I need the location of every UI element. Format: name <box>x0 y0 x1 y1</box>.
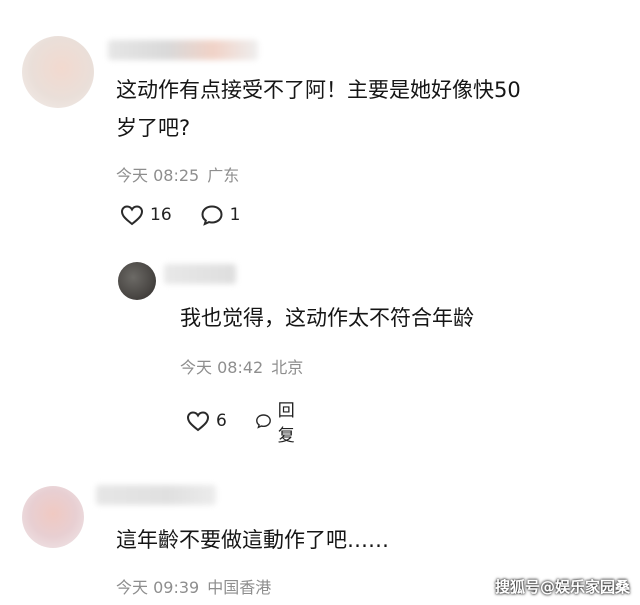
comment-meta: 今天 09:39 中国香港 <box>116 574 271 598</box>
speech-bubble-icon <box>255 414 271 429</box>
comment-text: 这动作有点接受不了阿！主要是她好像快50 <box>116 78 521 102</box>
comment-time: 今天 08:25 <box>116 166 200 185</box>
comment-location: 中国香港 <box>207 578 272 597</box>
username-blurred[interactable] <box>164 264 236 284</box>
comment-text-cont: 岁了吧? <box>116 116 191 140</box>
heart-outline-icon <box>186 411 210 432</box>
avatar[interactable] <box>22 36 94 108</box>
reply-count: 1 <box>229 205 241 225</box>
avatar[interactable] <box>118 262 156 300</box>
comment-text: 這年齡不要做這動作了吧…… <box>116 528 389 552</box>
comment-location: 广东 <box>207 166 240 185</box>
username-blurred[interactable] <box>96 485 216 505</box>
speech-bubble-icon <box>201 205 223 226</box>
comment-meta: 今天 08:42 北京 <box>180 354 303 378</box>
reply-button[interactable]: 1 <box>200 204 241 226</box>
comment-location: 北京 <box>271 358 304 377</box>
like-button[interactable]: 16 <box>120 204 172 226</box>
like-button[interactable]: 6 <box>186 410 227 432</box>
like-count: 6 <box>216 411 227 431</box>
reply-label: 回复 <box>277 401 295 446</box>
username-blurred[interactable] <box>108 40 258 60</box>
watermark: 搜狐号@娱乐家园桑 <box>494 578 630 596</box>
comment-time: 今天 08:42 <box>180 358 264 377</box>
comment-actions: 16 1 <box>120 204 268 226</box>
heart-outline-icon <box>120 205 144 226</box>
comment-actions: 6 回复 <box>186 396 330 446</box>
reply-button[interactable]: 回复 <box>255 396 302 446</box>
comment-meta: 今天 08:25 广东 <box>116 162 239 186</box>
comment-text: 我也觉得，这动作太不符合年龄 <box>180 306 474 330</box>
like-count: 16 <box>150 205 172 225</box>
avatar[interactable] <box>22 486 84 548</box>
comment-time: 今天 09:39 <box>116 578 200 597</box>
